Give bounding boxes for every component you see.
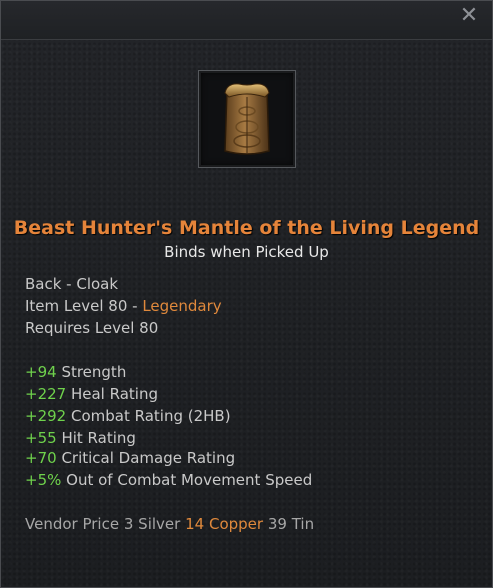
stat-name: Heal Rating xyxy=(70,385,158,403)
tin-label: Tin xyxy=(291,515,315,533)
stat-line: +227 Heal Rating xyxy=(25,385,158,403)
stat-name: Critical Damage Rating xyxy=(61,449,236,467)
stat-value: +94 xyxy=(25,363,57,381)
stat-line: +292 Combat Rating (2HB) xyxy=(25,407,231,425)
stat-line: +55 Hit Rating xyxy=(25,429,136,447)
silver-label: Silver xyxy=(138,515,181,533)
stat-name: Out of Combat Movement Speed xyxy=(66,471,313,489)
vendor-price-label: Vendor Price xyxy=(25,515,120,533)
silver-amount: 3 xyxy=(123,515,134,533)
stat-line: +70 Critical Damage Rating xyxy=(25,449,235,467)
binding-text: Binds when Picked Up xyxy=(164,243,329,261)
item-rarity: Legendary xyxy=(142,297,222,315)
stat-value: +292 xyxy=(25,407,67,425)
stat-name: Combat Rating (2HB) xyxy=(70,407,231,425)
stat-value: +70 xyxy=(25,449,57,467)
item-icon-frame xyxy=(198,70,296,168)
stat-name: Strength xyxy=(61,363,127,381)
vendor-price: Vendor Price 3 Silver 14 Copper 39 Tin xyxy=(25,515,314,533)
stat-name: Hit Rating xyxy=(61,429,136,447)
cloak-icon xyxy=(224,83,270,155)
copper-amount: 14 xyxy=(185,515,205,533)
stat-value: +5% xyxy=(25,471,62,489)
item-level-line: Item Level 80 - Legendary xyxy=(25,297,222,315)
item-name: Beast Hunter's Mantle of the Living Lege… xyxy=(13,217,480,239)
item-level-label: Item Level 80 - xyxy=(25,297,143,315)
item-slot: Back - Cloak xyxy=(25,275,119,293)
tin-amount: 39 xyxy=(267,515,287,533)
close-icon[interactable]: ✕ xyxy=(458,5,480,27)
stat-line: +94 Strength xyxy=(25,363,126,381)
copper-label: Copper xyxy=(208,515,264,533)
stat-line: +5% Out of Combat Movement Speed xyxy=(25,471,312,489)
level-requirement: Requires Level 80 xyxy=(25,319,159,337)
tooltip-titlebar: ✕ xyxy=(1,1,492,40)
item-tooltip: ✕ Beast Hunter's Mantle of the Living Le… xyxy=(0,0,493,588)
stat-value: +227 xyxy=(25,385,67,403)
stat-value: +55 xyxy=(25,429,57,447)
